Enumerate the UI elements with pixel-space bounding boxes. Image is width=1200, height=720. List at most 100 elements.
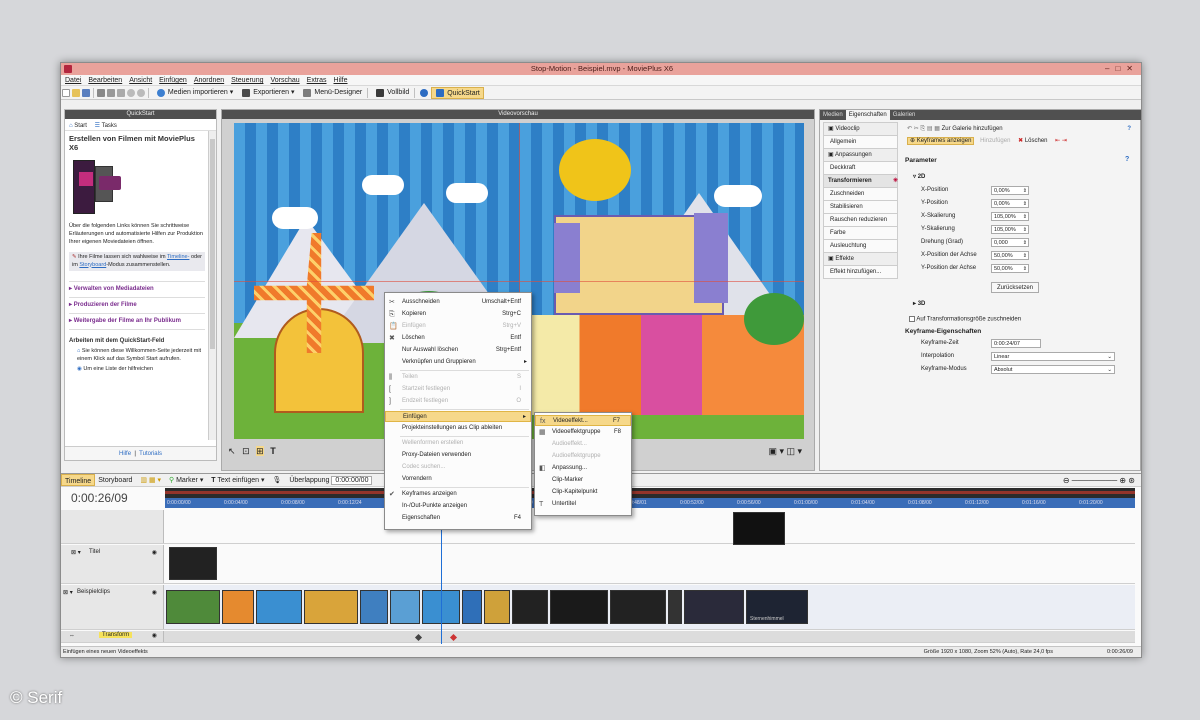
kf-time-input[interactable]: 0:00:24/07 [991, 339, 1041, 348]
storyboard-link[interactable]: Storyboard [79, 262, 106, 268]
undo-icon[interactable]: ↶ [907, 126, 912, 132]
tab-galerien[interactable]: Galerien [890, 110, 919, 120]
link-icon[interactable]: ⇔ [69, 633, 75, 639]
menu-designer-button[interactable]: Menü-Designer [299, 86, 365, 100]
spinner-icon[interactable]: ⇕ [1023, 187, 1027, 195]
tab-medien[interactable]: Medien [820, 110, 846, 120]
video-clip-thumbnail[interactable] [360, 590, 388, 624]
close-button[interactable]: ✕ [1126, 64, 1139, 73]
export-button[interactable]: Exportieren ▾ [238, 86, 297, 100]
spinner-icon[interactable]: ⇕ [1023, 200, 1027, 208]
menu-item[interactable]: ⎘ Kopieren Strg+C [385, 309, 531, 320]
menu-item[interactable]: ✔ Keyframes anzeigen [385, 489, 531, 500]
interp-select[interactable]: Linear ⌄ [991, 352, 1115, 361]
video-clip-thumbnail[interactable] [684, 590, 744, 624]
video-clip-thumbnail[interactable] [550, 590, 608, 624]
cut-icon[interactable] [97, 89, 105, 97]
menu-vorschau[interactable]: Vorschau [270, 77, 299, 84]
menu-item[interactable]: fx Videoeffekt... F7 [535, 415, 631, 426]
keyframe-marker-selected[interactable] [449, 633, 458, 642]
open-folder-icon[interactable] [72, 89, 80, 97]
spinner-icon[interactable]: ⇕ [1023, 252, 1027, 260]
menu-item[interactable]: Vorrendern [385, 474, 531, 485]
delete-keyframe-button[interactable]: ✖ Löschen [1018, 138, 1047, 144]
menu-item[interactable]: Clip-Kapitelpunkt [535, 487, 631, 498]
menu-item[interactable]: Projekteinstellungen aus Clip ableiten [385, 423, 531, 434]
video-clip-thumbnail[interactable] [222, 590, 254, 624]
menu-steuerung[interactable]: Steuerung [231, 77, 263, 84]
param-input[interactable]: 0,00% ⇕ [991, 199, 1029, 208]
new-file-icon[interactable] [62, 89, 70, 97]
show-keyframes-button[interactable]: ⊕ Keyframes anzeigen [907, 137, 975, 145]
category-allgemein[interactable]: Allgemein [823, 136, 898, 149]
video-clip-thumbnail[interactable] [512, 590, 548, 624]
keyframe-nav-icons[interactable]: ⇤ ⇥ [1055, 138, 1067, 144]
link-weitergabe[interactable]: ▸ Weitergabe der Filme an Ihr Publikum [69, 314, 205, 330]
menu-item[interactable]: ✖ Löschen Entf [385, 333, 531, 344]
link-produzieren[interactable]: ▸ Produzieren der Filme [69, 298, 205, 314]
category-effekte[interactable]: ▣ Effekte [823, 253, 898, 266]
add-gallery-button[interactable]: Zur Galerie hinzufügen [942, 126, 1003, 132]
track-eye-icon[interactable]: ◉ [152, 632, 157, 639]
menu-item[interactable]: ◧ Anpassung... [535, 463, 631, 474]
help-link[interactable]: Hilfe [119, 451, 131, 457]
overlap-input[interactable]: 0:00:00/00 [331, 476, 373, 485]
video-clip-thumbnail[interactable] [256, 590, 302, 624]
video-clip-thumbnail[interactable] [166, 590, 220, 624]
spinner-icon[interactable]: ⇕ [1023, 226, 1027, 234]
video-clip-thumbnail[interactable] [668, 590, 682, 624]
reset-button[interactable]: Zurücksetzen [991, 282, 1040, 293]
menu-hilfe[interactable]: Hilfe [334, 77, 348, 84]
tab-storyboard[interactable]: Storyboard [95, 474, 135, 487]
params-help-icon[interactable]: ? [1125, 156, 1129, 163]
menu-ansicht[interactable]: Ansicht [129, 77, 152, 84]
param-input[interactable]: 105,00% ⇕ [991, 212, 1029, 221]
cut-icon[interactable]: ✂ [914, 126, 919, 132]
param-input[interactable]: 0,000 ⇕ [991, 238, 1029, 247]
tab-timeline[interactable]: Timeline [61, 474, 96, 486]
category-rauschen[interactable]: Rauschen reduzieren [823, 214, 898, 227]
category-videoclip[interactable]: ▣ Videoclip [823, 123, 898, 136]
timeline-ruler[interactable]: 0:00:00/00 0:00:04/00 0:00:08/00 0:00:12/24… [165, 488, 1135, 508]
category-anpassungen[interactable]: ▣ Anpassungen [823, 149, 898, 162]
menu-item[interactable]: Einfügen ▸ [385, 411, 531, 422]
copy-icon[interactable] [107, 89, 115, 97]
transform-tool-icon[interactable]: ⊞ [256, 446, 264, 456]
copy-icon[interactable]: ⎘ [920, 126, 925, 132]
tab-start[interactable]: ⌂ Start [69, 123, 87, 129]
param-input[interactable]: 105,00% ⇕ [991, 225, 1029, 234]
param-input[interactable]: 50,00% ⇕ [991, 264, 1029, 273]
gallery-icon[interactable]: ▦ [934, 126, 940, 132]
black-clip[interactable] [733, 512, 785, 545]
group-3d[interactable]: ▸ 3D [913, 300, 925, 307]
overlap-control[interactable]: Überlappung 0:00:00/00 [286, 474, 375, 487]
menu-extras[interactable]: Extras [307, 77, 327, 84]
save-icon[interactable] [82, 89, 90, 97]
category-stabilisieren[interactable]: Stabilisieren [823, 201, 898, 214]
menu-item[interactable]: Nur Auswahl löschen Strg+Entf [385, 345, 531, 356]
spinner-icon[interactable]: ⇕ [1023, 213, 1027, 221]
menu-item[interactable]: ✂ Ausschneiden Umschalt+Entf [385, 297, 531, 308]
param-input[interactable]: 50,00% ⇕ [991, 251, 1029, 260]
add-effect-item[interactable]: Effekt hinzufügen... [823, 266, 898, 279]
mode-select[interactable]: Absolut ⌄ [991, 365, 1115, 374]
minimize-button[interactable]: – [1105, 64, 1115, 73]
video-clip-thumbnail[interactable] [484, 590, 510, 624]
video-clip-thumbnail[interactable] [390, 590, 420, 624]
video-clip-thumbnail[interactable] [610, 590, 666, 624]
menu-item[interactable]: Clip-Marker [535, 475, 631, 486]
work-area-bar[interactable] [165, 491, 1135, 494]
category-farbe[interactable]: Farbe [823, 227, 898, 240]
category-transformieren[interactable]: Transformieren ✳ [823, 175, 898, 188]
category-ausleuchtung[interactable]: Ausleuchtung [823, 240, 898, 253]
paste-icon[interactable]: ▤ [927, 126, 933, 132]
scrollbar-thumb[interactable] [210, 139, 215, 349]
track-eye-icon[interactable]: ◉ [152, 549, 157, 556]
video-clip-thumbnail[interactable] [304, 590, 358, 624]
paste-icon[interactable] [117, 89, 125, 97]
mode-icons[interactable]: ▥ ▦ ▾ [137, 474, 164, 487]
title-clip[interactable] [169, 547, 217, 580]
window-controls[interactable]: –□✕ [1105, 63, 1139, 75]
track-expand-icon[interactable]: ⊠ ▾ [63, 589, 73, 596]
import-media-button[interactable]: Medien importieren ▾ [153, 86, 236, 100]
